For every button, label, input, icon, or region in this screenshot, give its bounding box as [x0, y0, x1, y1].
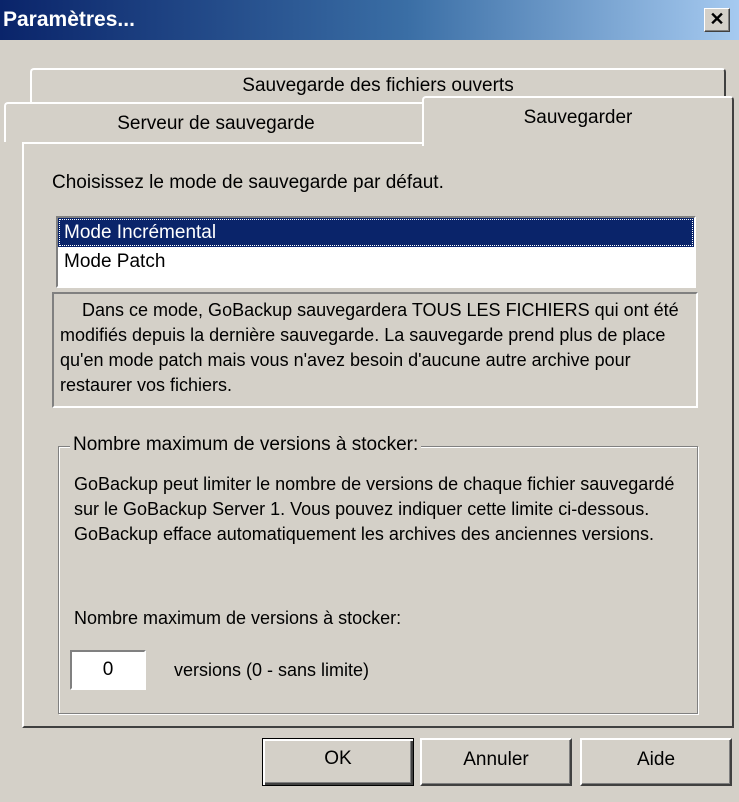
versions-suffix-label: versions (0 - sans limite)	[174, 660, 370, 680]
mode-description-text: Dans ce mode, GoBackup sauvegardera TOUS…	[60, 300, 679, 395]
ok-button[interactable]: OK	[262, 738, 414, 786]
mode-prompt: Choisissez le mode de sauvegarde par déf…	[52, 172, 444, 193]
window-title: Paramètres...	[3, 8, 135, 31]
tab-serveur-de-sauvegarde[interactable]: Serveur de sauvegarde	[4, 102, 428, 142]
max-versions-label: Nombre maximum de versions à stocker:	[74, 608, 402, 628]
tab-sauvegarder[interactable]: Sauvegarder	[422, 96, 734, 146]
list-item-mode-patch[interactable]: Mode Patch	[58, 247, 694, 276]
tab-label: Serveur de sauvegarde	[117, 113, 315, 134]
cancel-button[interactable]: Annuler	[420, 738, 572, 786]
help-button[interactable]: Aide	[580, 738, 732, 786]
max-versions-input[interactable]	[70, 650, 146, 690]
close-button[interactable]: ✕	[704, 8, 730, 32]
group-description-text: GoBackup peut limiter le nombre de versi…	[74, 474, 675, 544]
mode-description: Dans ce mode, GoBackup sauvegardera TOUS…	[52, 292, 698, 408]
tab-label: Sauvegarde des fichiers ouverts	[242, 75, 514, 96]
title-bar[interactable]: Paramètres... ✕	[0, 0, 739, 40]
group-description: GoBackup peut limiter le nombre de versi…	[74, 472, 684, 547]
settings-dialog: Paramètres... ✕ Sauvegarde des fichiers …	[0, 0, 739, 802]
list-item-mode-incremental[interactable]: Mode Incrémental	[58, 218, 694, 247]
backup-mode-list[interactable]: Mode Incrémental Mode Patch	[56, 216, 696, 288]
close-icon: ✕	[709, 9, 725, 29]
group-legend: Nombre maximum de versions à stocker:	[70, 434, 422, 456]
tab-label: Sauvegarder	[523, 107, 633, 128]
